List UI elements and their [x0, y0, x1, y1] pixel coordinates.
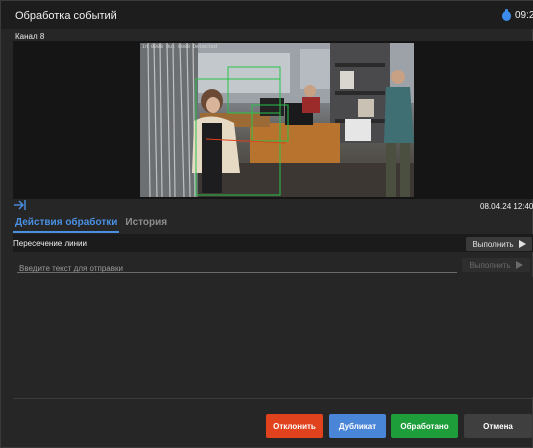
footer-divider [13, 398, 533, 399]
event-processing-window: Обработка событий 09:2 Канал 8 In 0008 O… [0, 0, 533, 448]
reject-button[interactable]: Отклонить [266, 414, 323, 438]
send-icon [518, 240, 526, 248]
cancel-button[interactable]: Отмена [464, 414, 532, 438]
duplicate-button[interactable]: Дубликат [329, 414, 386, 438]
stopwatch-icon [502, 8, 511, 21]
message-input-wrapper [17, 258, 457, 276]
camera-scene [140, 43, 414, 197]
clock: 09:2 [502, 8, 533, 21]
send-icon [515, 261, 523, 269]
title-bar: Обработка событий 09:2 [1, 1, 533, 29]
tab-bar: Действия обработки История [13, 215, 169, 233]
execute-action-button[interactable]: Выполнить [466, 237, 532, 251]
send-message-button[interactable]: Выполнить [462, 258, 530, 272]
window-title: Обработка событий [15, 10, 117, 22]
action-section-header: Пересечение линии [13, 234, 533, 252]
tab-processing-actions[interactable]: Действия обработки [13, 215, 120, 233]
message-input[interactable] [17, 261, 457, 276]
channel-name: Канал 8 [15, 32, 45, 41]
camera-frame[interactable]: In 0008 Out 0000 Detected [140, 43, 414, 197]
expand-icon[interactable] [13, 199, 27, 211]
execute-action-label: Выполнить [472, 239, 514, 249]
processed-button[interactable]: Обработано [391, 414, 458, 438]
action-section-title: Пересечение линии [13, 239, 87, 248]
send-message-label: Выполнить [469, 260, 511, 270]
tab-history[interactable]: История [123, 215, 169, 233]
video-timestamp: 08.04.24 12:40:5 [480, 202, 533, 211]
camera-overlay-label: In 0008 Out 0000 Detected [142, 44, 218, 50]
actions-content-area [13, 277, 533, 397]
clock-time: 09:2 [515, 10, 533, 21]
